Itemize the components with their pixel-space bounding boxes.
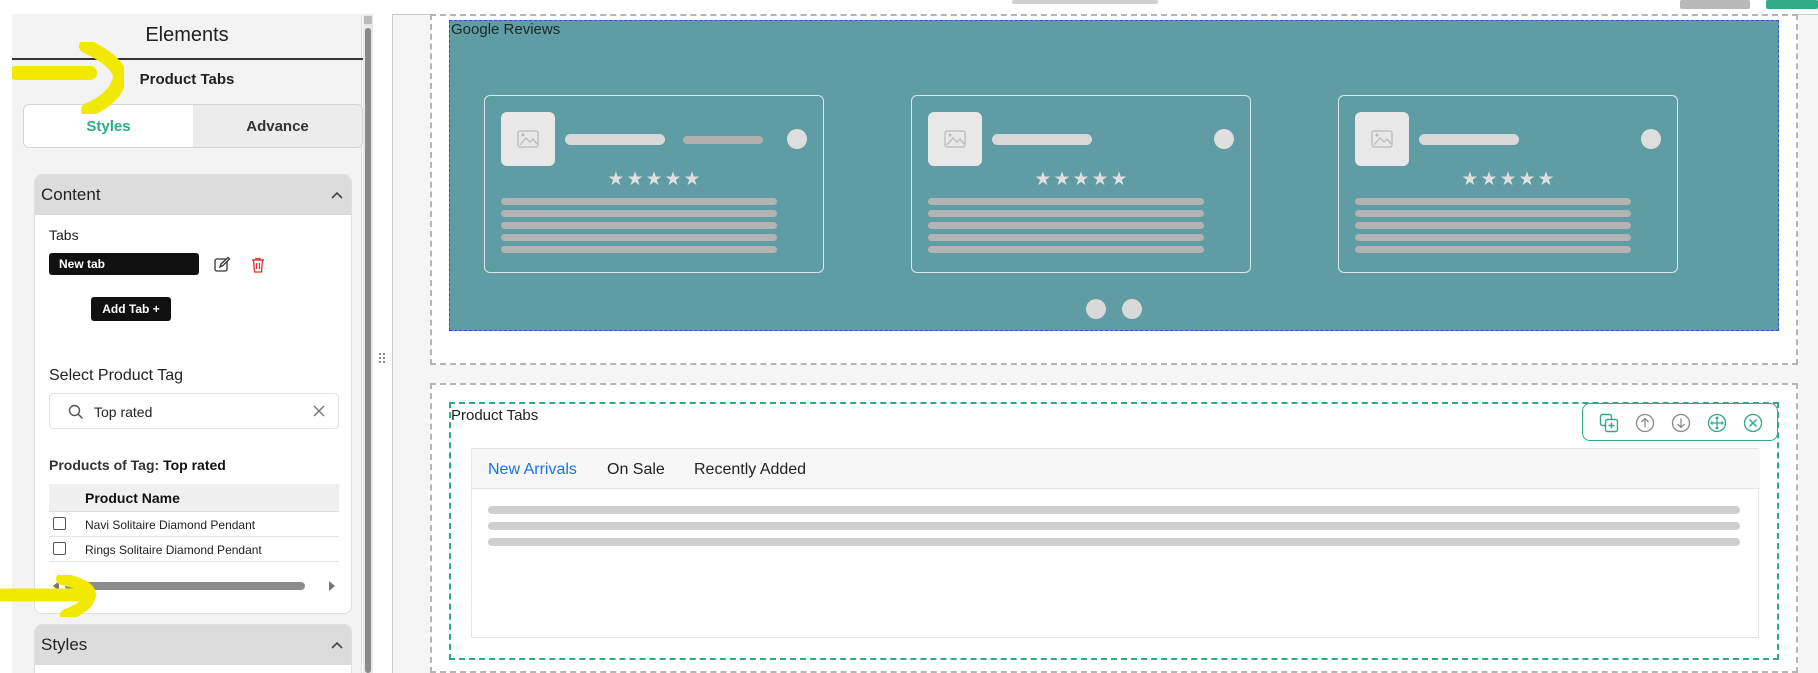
tab-on-sale[interactable]: On Sale <box>607 461 665 479</box>
top-gray-button[interactable] <box>1680 0 1750 9</box>
search-value: Top rated <box>94 404 153 420</box>
review-text-placeholder <box>1355 222 1631 229</box>
tabs-label: Tabs <box>49 227 79 243</box>
review-text-placeholder <box>501 198 777 205</box>
annotation-arrow-icon <box>12 42 124 114</box>
top-publish-button[interactable] <box>1766 0 1818 9</box>
tab-recently-added[interactable]: Recently Added <box>694 461 806 479</box>
arrow-up-icon[interactable] <box>1635 413 1655 433</box>
google-logo-placeholder <box>1641 129 1661 149</box>
review-text-placeholder <box>928 246 1204 253</box>
review-text-placeholder <box>1355 234 1631 241</box>
scrollbar-thumb[interactable] <box>65 582 305 590</box>
avatar <box>501 112 555 166</box>
arrow-down-icon[interactable] <box>1671 413 1691 433</box>
product-tabs-nav: New Arrivals On Sale Recently Added <box>472 449 1760 489</box>
review-text-placeholder <box>928 198 1204 205</box>
tab-advance[interactable]: Advance <box>193 105 362 147</box>
rating-stars-icon: ★★★★★ <box>607 169 703 190</box>
chevron-up-icon[interactable] <box>331 641 343 649</box>
tab-item-new-tab[interactable]: New tab <box>49 253 199 275</box>
product-name: Navi Solitaire Diamond Pendant <box>85 518 256 532</box>
table-row: Navi Solitaire Diamond Pendant <box>49 512 339 537</box>
carousel-dot[interactable] <box>1122 299 1142 319</box>
review-text-placeholder <box>501 210 777 217</box>
review-text-placeholder <box>501 222 777 229</box>
styles-section: Styles <box>34 624 352 673</box>
product-tag-search-input[interactable]: Top rated <box>49 393 339 429</box>
products-of-tag-heading: Products of Tag: Top rated <box>49 457 226 473</box>
products-of-tag-prefix: Products of Tag: <box>49 457 164 473</box>
review-text-placeholder <box>1355 246 1631 253</box>
top-toolbar-pill <box>1012 0 1158 4</box>
scrollbar-thumb[interactable] <box>365 28 371 673</box>
google-logo-placeholder <box>787 129 807 149</box>
edit-icon[interactable] <box>213 256 231 274</box>
content-section-header[interactable]: Content <box>35 175 351 215</box>
product-checkbox[interactable] <box>53 517 66 530</box>
rating-stars-icon: ★★★★★ <box>1461 169 1557 190</box>
google-reviews-widget[interactable]: ★★★★★ ★★★★★ ★★★★★ <box>449 20 1779 331</box>
product-table: Product Name Navi Solitaire Diamond Pend… <box>49 484 339 562</box>
scrollbar-tip <box>364 16 372 24</box>
product-tabs-preview: New Arrivals On Sale Recently Added <box>471 448 1760 638</box>
content-section: Content Tabs New tab Add Tab + Select Pr… <box>34 174 352 614</box>
search-icon <box>68 404 84 420</box>
add-tab-button[interactable]: Add Tab + <box>91 297 171 321</box>
carousel-dot[interactable] <box>1086 299 1106 319</box>
reviewer-name-placeholder <box>992 134 1092 145</box>
review-card: ★★★★★ <box>484 95 824 273</box>
avatar <box>928 112 982 166</box>
product-name: Rings Solitaire Diamond Pendant <box>85 543 262 557</box>
product-tabs-label: Product Tabs <box>451 407 539 424</box>
google-reviews-label: Google Reviews <box>451 21 561 38</box>
trash-icon[interactable] <box>249 256 267 274</box>
element-toolbar <box>1582 403 1778 441</box>
image-placeholder-icon <box>944 130 966 148</box>
table-row: Rings Solitaire Diamond Pendant <box>49 537 339 562</box>
products-of-tag-name: Top rated <box>163 457 226 473</box>
duplicate-icon[interactable] <box>1599 413 1619 433</box>
panel-vertical-scrollbar[interactable] <box>363 14 373 673</box>
styles-section-header[interactable]: Styles <box>35 625 351 665</box>
tab-content-placeholder <box>488 538 1740 546</box>
select-product-tag-label: Select Product Tag <box>49 367 184 384</box>
review-text-placeholder <box>928 222 1204 229</box>
chevron-up-icon[interactable] <box>331 191 343 199</box>
close-icon[interactable] <box>1743 413 1763 433</box>
review-text-placeholder <box>501 246 777 253</box>
avatar <box>1355 112 1409 166</box>
image-placeholder-icon <box>1371 130 1393 148</box>
styles-section-title: Styles <box>41 635 88 654</box>
review-text-placeholder <box>1355 198 1631 205</box>
product-checkbox[interactable] <box>53 542 66 555</box>
annotation-arrow-icon <box>0 575 96 617</box>
tab-new-arrivals[interactable]: New Arrivals <box>488 461 577 479</box>
tab-content-placeholder <box>488 506 1740 514</box>
review-text-placeholder <box>928 234 1204 241</box>
review-date-placeholder <box>683 136 763 144</box>
reviewer-name-placeholder <box>565 134 665 145</box>
move-icon[interactable] <box>1707 413 1727 433</box>
content-section-title: Content <box>41 185 101 204</box>
review-text-placeholder <box>1355 210 1631 217</box>
review-text-placeholder <box>501 234 777 241</box>
review-text-placeholder <box>928 210 1204 217</box>
google-logo-placeholder <box>1214 129 1234 149</box>
tab-content-placeholder <box>488 522 1740 530</box>
reviewer-name-placeholder <box>1419 134 1519 145</box>
review-card: ★★★★★ <box>911 95 1251 273</box>
close-icon[interactable] <box>312 404 326 418</box>
scroll-right-icon[interactable] <box>329 581 335 591</box>
image-placeholder-icon <box>517 130 539 148</box>
product-table-header: Product Name <box>49 484 339 512</box>
resize-handle-icon[interactable] <box>378 352 386 364</box>
review-card: ★★★★★ <box>1338 95 1678 273</box>
rating-stars-icon: ★★★★★ <box>1034 169 1130 190</box>
